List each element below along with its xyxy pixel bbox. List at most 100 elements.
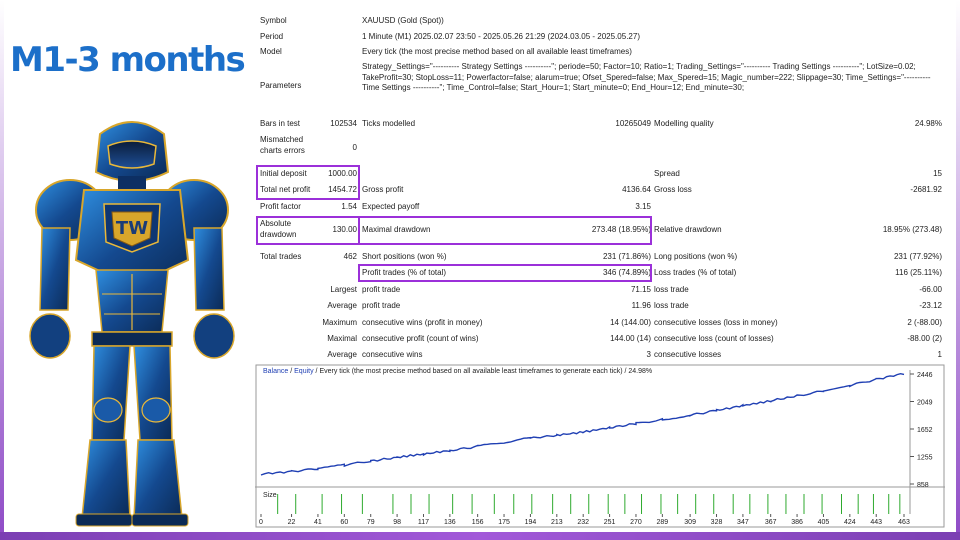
highlight-absolute-drawdown: [256, 216, 360, 245]
largest-profit-label: profit trade: [362, 285, 401, 294]
period-value: 1 Minute (M1) 2025.02.07 23:50 - 2025.05…: [362, 32, 640, 41]
ticks-value: 10265049: [615, 119, 651, 128]
chart-border: [255, 364, 945, 528]
largest-loss-label: loss trade: [654, 285, 689, 294]
model-label: Model: [260, 47, 282, 56]
x-tick-label: 213: [551, 519, 563, 526]
frame-top: [0, 0, 960, 6]
bars-row: Bars in test 102534 Ticks modelled 10265…: [255, 117, 945, 131]
avg-consecutive-wins-value: 3: [646, 350, 651, 359]
x-tick-label: 270: [630, 519, 642, 526]
legend-rest: / Every tick (the most precise method ba…: [313, 368, 653, 375]
total-trades-value: 462: [343, 252, 357, 261]
balance-series-line: [260, 372, 905, 476]
largest-profit-value: 71.15: [630, 285, 651, 294]
profit-factor-value: 1.54: [341, 202, 357, 211]
avg-consecutive-losses-value: 1: [937, 350, 942, 359]
average-label: Average: [327, 301, 357, 310]
avg-consecutive-wins-label: consecutive wins: [362, 350, 423, 359]
x-tick-label: 79: [367, 519, 375, 526]
maximal-consecutive-profit-value: 144.00 (14): [610, 334, 651, 343]
period-label: Period: [260, 32, 284, 41]
profit-factor-label: Profit factor: [260, 202, 301, 211]
quality-label: Modelling quality: [654, 119, 714, 128]
x-tick-label: 156: [472, 519, 484, 526]
average-consecutive-row: Average consecutive wins 3 consecutive l…: [255, 348, 945, 362]
relative-drawdown-label: Relative drawdown: [654, 225, 722, 234]
quality-value: 24.98%: [914, 119, 942, 128]
maximum-label: Maximum: [322, 318, 357, 327]
x-tick-label: 194: [525, 519, 537, 526]
largest-row: Largest profit trade 71.15 loss trade -6…: [255, 283, 945, 297]
x-tick-label: 443: [870, 519, 882, 526]
gross-loss-value: -2681.92: [910, 185, 942, 194]
model-row: Model Every tick (the most precise metho…: [255, 45, 945, 59]
short-positions-label: Short positions (won %): [362, 252, 447, 261]
symbol-value: XAUUSD (Gold (Spot)): [362, 16, 444, 25]
mismatch-value: 0: [352, 143, 357, 152]
y-tick-label: 2049: [917, 400, 933, 407]
x-tick-label: 347: [737, 519, 749, 526]
gross-profit-value: 4136.64: [622, 185, 651, 194]
maximum-row: Maximum consecutive wins (profit in mone…: [255, 316, 945, 330]
average2-label: Average: [327, 350, 357, 359]
balance-chart: 2446 2049 1652 1255 858 Size 0 22 41 60 79 98 117 136…: [255, 364, 945, 528]
maximal-consecutive-loss-value: -88.00 (2): [907, 334, 942, 343]
gross-loss-label: Gross loss: [654, 185, 692, 194]
chart-legend: Balance / Equity / Every tick (the most …: [263, 368, 652, 375]
x-tick-label: 289: [657, 519, 669, 526]
frame-bottom-band: [0, 532, 960, 540]
parameters-row: Parameters Strategy_Settings="----------…: [255, 62, 945, 110]
max-consecutive-wins-label: consecutive wins (profit in money): [362, 318, 483, 327]
max-consecutive-losses-value: 2 (-88.00): [907, 318, 942, 327]
average-profit-value: 11.96: [631, 301, 651, 310]
legend-balance: Balance: [263, 368, 289, 375]
avg-consecutive-losses-label: consecutive losses: [654, 350, 722, 359]
max-consecutive-wins-value: 14 (144.00): [610, 318, 651, 327]
y-tick-label: 858: [917, 482, 929, 489]
mismatch-row: Mismatched charts errors 0: [255, 135, 945, 159]
parameters-label: Parameters: [260, 81, 302, 90]
symbol-label: Symbol: [260, 16, 287, 25]
x-tick-label: 22: [288, 519, 296, 526]
profit-factor-row: Profit factor 1.54 Expected payoff 3.15: [255, 200, 945, 214]
gross-profit-label: Gross profit: [362, 185, 404, 194]
period-row: Period 1 Minute (M1) 2025.02.07 23:50 - …: [255, 30, 945, 44]
average-row: Average profit trade 11.96 loss trade -2…: [255, 299, 945, 313]
largest-loss-value: -66.00: [919, 285, 942, 294]
x-tick-label: 60: [340, 519, 348, 526]
maximal-consecutive-loss-label: consecutive loss (count of losses): [654, 334, 774, 343]
average-profit-label: profit trade: [362, 301, 401, 310]
max-consecutive-losses-label: consecutive losses (loss in money): [654, 318, 778, 327]
headline-title: M1-3 months: [10, 40, 246, 80]
x-tick-label: 251: [604, 519, 616, 526]
bars-label: Bars in test: [260, 119, 301, 128]
x-tick-label: 175: [498, 519, 510, 526]
x-tick-label: 405: [818, 519, 830, 526]
ticks-label: Ticks modelled: [362, 119, 416, 128]
highlight-profit-trades: [358, 264, 652, 282]
size-label: Size: [263, 492, 277, 499]
total-trades-label: Total trades: [260, 252, 302, 261]
relative-drawdown-value: 18.95% (273.48): [882, 225, 942, 234]
long-positions-value: 231 (77.92%): [893, 252, 942, 261]
x-tick-label: 0: [259, 519, 263, 526]
maximal-label: Maximal: [327, 334, 357, 343]
frame-left: [0, 0, 4, 540]
x-tick-label: 367: [765, 519, 777, 526]
y-tick-label: 1255: [917, 455, 933, 462]
x-tick-label: 41: [314, 519, 322, 526]
x-tick-label: 386: [791, 519, 803, 526]
symbol-row: Symbol XAUUSD (Gold (Spot)): [255, 14, 945, 28]
x-tick-label: 117: [418, 519, 429, 526]
robot-hero-illustration: TW: [29, 121, 235, 527]
highlight-deposit-profit: [256, 165, 360, 200]
y-tick-label: 1652: [917, 427, 933, 434]
legend-equity: Equity: [294, 368, 314, 375]
x-tick-label: 309: [684, 519, 696, 526]
model-value: Every tick (the most precise method base…: [362, 47, 632, 56]
expected-payoff-value: 3.15: [635, 202, 651, 211]
mismatch-label: Mismatched charts errors: [260, 135, 305, 155]
x-tick-label: 98: [393, 519, 401, 526]
x-tick-label: 328: [711, 519, 723, 526]
